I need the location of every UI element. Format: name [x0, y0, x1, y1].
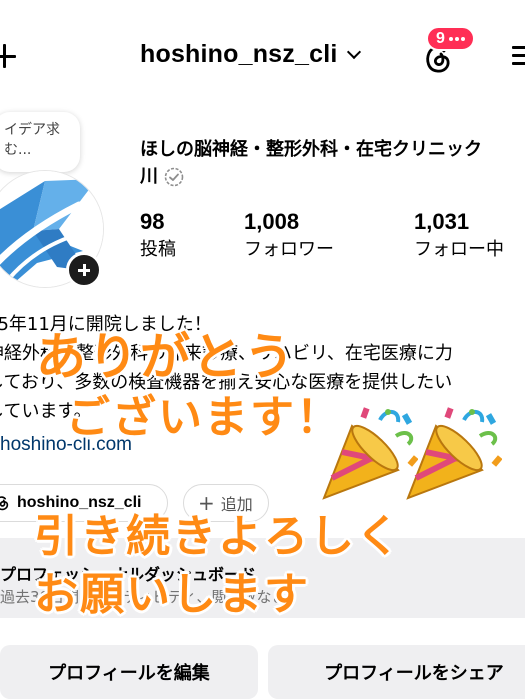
username: hoshino_nsz_cli: [140, 40, 338, 68]
note-text: イデア求む...: [4, 122, 60, 158]
more-dots-icon: [448, 36, 465, 41]
following-label: フォロー中: [414, 239, 504, 260]
chevron-down-icon: [347, 44, 362, 59]
posts-count: 98: [140, 209, 165, 234]
account-switcher[interactable]: hoshino_nsz_cli: [140, 40, 362, 69]
stat-followers[interactable]: 1,008 フォロワー: [244, 208, 334, 264]
create-plus-icon[interactable]: [0, 44, 16, 68]
party-popper-icon: [406, 407, 502, 500]
share-profile-button[interactable]: プロフィールをシェア: [268, 645, 525, 699]
overlay-thanks-line2: ございます！: [66, 392, 342, 443]
display-name: ほしの脳神経・整形外科・在宅クリニック: [140, 139, 482, 160]
add-story-plus-icon[interactable]: [66, 252, 102, 288]
overlay-thanks-line1: ありがとう: [36, 328, 296, 386]
notification-count: 9: [436, 30, 445, 47]
followers-count: 1,008: [244, 209, 300, 234]
display-name-tail: 川: [140, 166, 158, 187]
threads-small-icon: [0, 496, 9, 511]
display-name-continued: 川: [140, 163, 184, 190]
stat-posts[interactable]: 98 投稿: [140, 208, 176, 264]
verified-icon: [164, 167, 184, 186]
overlay-regards-line2: お願いします: [34, 569, 310, 620]
stat-following[interactable]: 1,031 フォロー中: [414, 208, 504, 264]
profile-note[interactable]: イデア求む...: [0, 112, 80, 172]
posts-label: 投稿: [140, 239, 176, 260]
menu-icon[interactable]: [512, 44, 525, 66]
followers-label: フォロワー: [244, 239, 334, 260]
overlay-regards-line1: 引き続きよろしく: [34, 511, 402, 562]
edit-profile-button[interactable]: プロフィールを編集: [0, 645, 258, 699]
notification-badge[interactable]: 9: [426, 26, 475, 51]
following-count: 1,031: [414, 209, 470, 234]
